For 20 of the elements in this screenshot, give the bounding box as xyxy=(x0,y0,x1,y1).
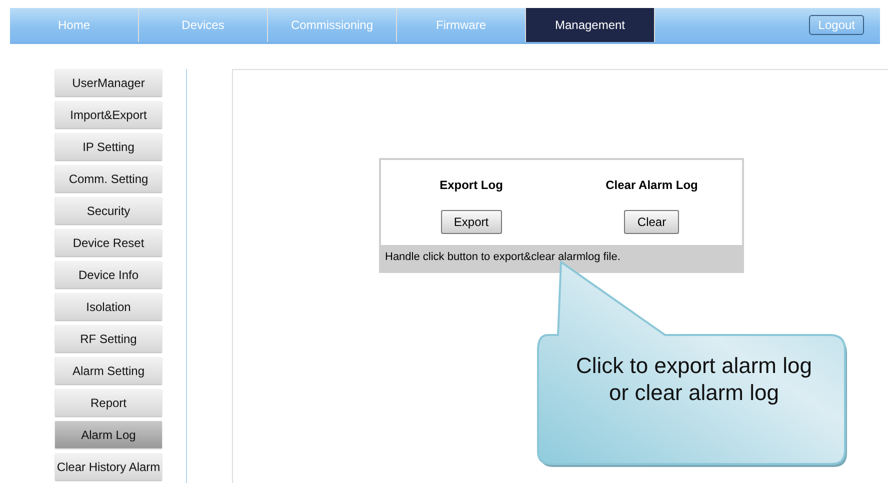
hint-text: Handle click button to export&clear alarmlog file. xyxy=(381,245,742,271)
sidebar-item[interactable]: Alarm Setting xyxy=(55,357,162,384)
section-title: Clear Alarm Log xyxy=(606,178,698,192)
sidebar-item[interactable]: Clear History Alarm xyxy=(55,453,162,480)
sidebar-item[interactable]: Report xyxy=(55,389,162,416)
sidebar-item[interactable]: Alarm Log xyxy=(55,421,162,448)
section-title: Export Log xyxy=(440,178,503,192)
callout-text: Click to export alarm log or clear alarm log xyxy=(575,352,813,406)
sidebar-item[interactable]: Device Info xyxy=(55,261,162,288)
sidebar-item[interactable]: Import&Export xyxy=(55,101,162,128)
action-button[interactable]: Clear xyxy=(624,210,680,234)
sidebar-item[interactable]: UserManager xyxy=(55,69,162,96)
sidebar-item[interactable]: RF Setting xyxy=(55,325,162,352)
sidebar-item[interactable]: Device Reset xyxy=(55,229,162,256)
sidebar-item[interactable]: Security xyxy=(55,197,162,224)
nav-tab[interactable]: Management xyxy=(526,8,655,42)
sidebar-item[interactable]: Comm. Setting xyxy=(55,165,162,192)
sidebar-item[interactable]: Isolation xyxy=(55,293,162,320)
action-button[interactable]: Export xyxy=(440,210,502,234)
sidebar-item[interactable]: IP Setting xyxy=(55,133,162,160)
